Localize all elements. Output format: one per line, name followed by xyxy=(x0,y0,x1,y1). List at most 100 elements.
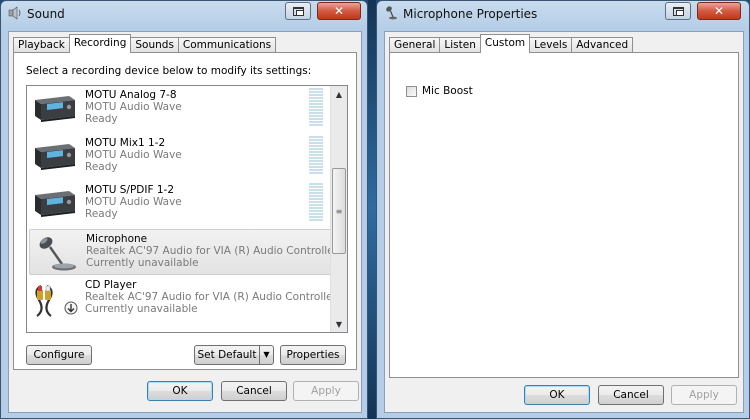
level-meter-segment xyxy=(309,124,323,126)
tab-levels[interactable]: Levels xyxy=(529,37,573,53)
level-meter-segment xyxy=(309,118,323,120)
tab-custom[interactable]: Custom xyxy=(479,34,531,53)
tab-playback[interactable]: Playback xyxy=(13,37,70,53)
speaker-icon xyxy=(8,6,21,20)
tab-recording[interactable]: Recording xyxy=(68,34,132,53)
close-icon: ✕ xyxy=(333,4,345,18)
custom-tab-page: Mic Boost xyxy=(389,52,739,378)
level-meter-segment xyxy=(309,153,323,156)
tab-general[interactable]: General xyxy=(389,37,441,53)
device-status: Ready xyxy=(85,160,118,173)
device-row[interactable]: MOTU Mix1 1-2 MOTU Audio Wave Ready xyxy=(29,134,331,180)
tab-communications[interactable]: Communications xyxy=(177,37,277,53)
properties-button[interactable]: Properties xyxy=(280,345,346,365)
level-meter-segment xyxy=(309,204,323,207)
level-meter-segment xyxy=(309,109,323,111)
device-name: Microphone xyxy=(86,232,148,245)
sound-dialog-body: Playback Recording Sounds Communications Se… xyxy=(8,31,362,413)
scrollbar-thumb[interactable]: ≡ xyxy=(332,168,346,254)
device-name: MOTU S/PDIF 1-2 xyxy=(85,184,175,197)
level-meter-segment xyxy=(309,198,323,201)
level-meter-segment xyxy=(309,213,323,216)
device-name: MOTU Analog 7-8 xyxy=(85,89,177,101)
close-icon: ✕ xyxy=(713,4,725,18)
level-meter-segment xyxy=(309,165,323,168)
desktop-background xyxy=(368,0,376,419)
device-row[interactable]: MOTU Analog 7-8 MOTU Audio Wave Ready xyxy=(29,86,331,132)
apply-button[interactable]: Apply xyxy=(293,381,359,401)
device-driver: Realtek AC'97 Audio for VIA (R) Audio Co… xyxy=(85,291,337,304)
mic-boost-option[interactable]: Mic Boost xyxy=(406,85,473,97)
level-meter-segment xyxy=(309,94,323,96)
audio-interface-icon xyxy=(31,138,79,176)
level-meter-segment xyxy=(309,210,323,213)
configure-button[interactable]: Configure xyxy=(26,345,92,365)
instruction-text: Select a recording device below to modif… xyxy=(26,65,312,77)
level-meter-segment xyxy=(309,91,323,93)
tab-strip: Playback Recording Sounds Communications xyxy=(13,34,277,53)
mic-boost-label[interactable]: Mic Boost xyxy=(422,85,473,97)
device-list[interactable]: MOTU Analog 7-8 MOTU Audio Wave Ready MOTU … xyxy=(26,85,348,333)
device-list-scrollbar[interactable]: ▲ ≡ ▼ xyxy=(330,86,347,332)
level-meter-segment xyxy=(309,207,323,210)
tab-advanced[interactable]: Advanced xyxy=(571,37,634,53)
microphone-properties-window: Microphone Properties ✕ General Listen Cus… xyxy=(376,0,750,419)
close-button[interactable]: ✕ xyxy=(317,2,361,20)
level-meter-segment xyxy=(309,138,323,141)
level-meter-segment xyxy=(309,162,323,165)
device-row[interactable]: CD Player Realtek AC'97 Audio for VIA (R)… xyxy=(29,276,337,322)
level-meter-segment xyxy=(309,112,323,114)
device-driver: Realtek AC'97 Audio for VIA (R) Audio Co… xyxy=(86,244,338,257)
device-driver: MOTU Audio Wave xyxy=(85,196,182,209)
restore-icon xyxy=(672,6,684,16)
device-driver: MOTU Audio Wave xyxy=(85,148,182,161)
dropdown-arrow-icon[interactable]: ▼ xyxy=(259,346,273,364)
mic-dialog-body: General Listen Custom Levels Advanced Mic Bo… xyxy=(384,31,744,413)
restore-button[interactable] xyxy=(285,2,311,20)
device-status: Currently unavailable xyxy=(86,256,199,269)
level-meter-segment xyxy=(309,121,323,123)
tab-strip: General Listen Custom Levels Advanced xyxy=(389,34,634,53)
cancel-button[interactable]: Cancel xyxy=(598,385,664,405)
device-row[interactable]: Microphone Realtek AC'97 Audio for VIA (R… xyxy=(29,228,338,275)
ok-button[interactable]: OK xyxy=(147,381,213,401)
level-meter-segment xyxy=(309,88,323,90)
audio-interface-icon xyxy=(31,90,79,128)
scroll-grip-icon: ≡ xyxy=(335,206,343,216)
level-meter-segment xyxy=(309,100,323,102)
sound-titlebar[interactable]: Sound ✕ xyxy=(1,1,367,27)
level-meter xyxy=(309,135,323,176)
set-default-label: Set Default xyxy=(197,349,257,361)
level-meter-segment xyxy=(309,183,323,186)
device-row[interactable]: MOTU S/PDIF 1-2 MOTU Audio Wave Ready xyxy=(29,181,331,227)
level-meter-segment xyxy=(309,156,323,159)
level-meter-segment xyxy=(309,135,323,138)
level-meter-segment xyxy=(309,171,323,174)
sound-window: Sound ✕ Playback Recording Sounds Communica… xyxy=(0,0,368,419)
level-meter-segment xyxy=(309,147,323,150)
tab-sounds[interactable]: Sounds xyxy=(130,37,179,53)
level-meter-segment xyxy=(309,150,323,153)
ok-button[interactable]: OK xyxy=(524,385,590,405)
audio-interface-icon xyxy=(31,185,79,223)
scroll-down-arrow-icon[interactable]: ▼ xyxy=(331,316,347,332)
device-status: Currently unavailable xyxy=(85,303,198,316)
mic-titlebar[interactable]: Microphone Properties ✕ xyxy=(377,1,749,27)
cd-cable-icon xyxy=(31,280,79,318)
mic-boost-checkbox[interactable] xyxy=(406,85,417,97)
device-status: Ready xyxy=(85,208,118,221)
recording-tab-page: Select a recording device below to modif… xyxy=(13,52,357,370)
cancel-button[interactable]: Cancel xyxy=(221,381,287,401)
level-meter-segment xyxy=(309,144,323,147)
level-meter-segment xyxy=(309,216,323,219)
device-status: Ready xyxy=(85,113,118,125)
level-meter xyxy=(309,183,323,223)
set-default-button[interactable]: Set Default ▼ xyxy=(194,345,274,365)
apply-button[interactable]: Apply xyxy=(671,385,737,405)
level-meter-segment xyxy=(309,192,323,195)
restore-button[interactable] xyxy=(665,2,691,20)
tab-listen[interactable]: Listen xyxy=(439,37,481,53)
level-meter-segment xyxy=(309,159,323,162)
close-button[interactable]: ✕ xyxy=(697,2,741,20)
scroll-up-arrow-icon[interactable]: ▲ xyxy=(331,86,347,102)
